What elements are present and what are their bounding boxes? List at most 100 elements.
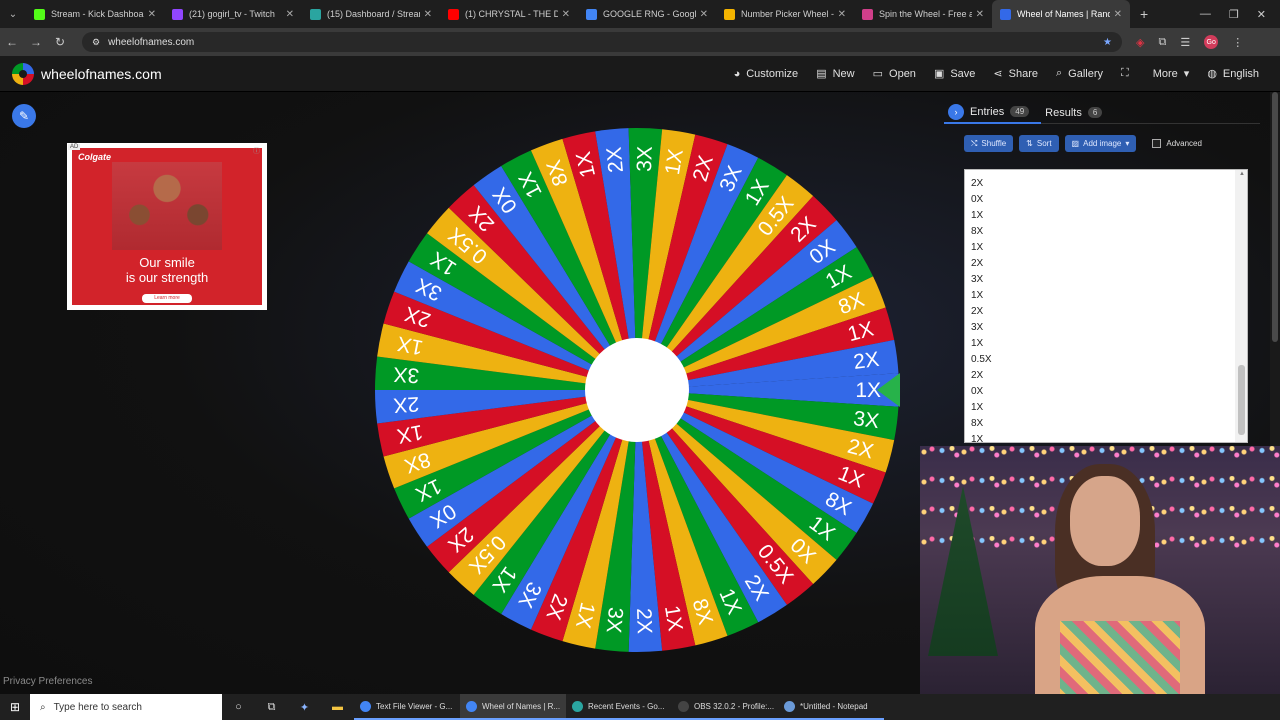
close-tab-icon[interactable]: ✕ — [976, 9, 984, 20]
entry-line: 1X — [971, 210, 984, 221]
taskbar-search[interactable]: ⌕ Type here to search — [30, 694, 222, 720]
menu-item[interactable]: ◍ English — [1198, 67, 1268, 81]
wheel[interactable]: 1X 3X 2X 1X 8X 1X 0X 0.5X 2X 1X 8X 1X 2X 3X 1X 2X 3X 1X 0.… — [372, 125, 902, 655]
browser-tab[interactable]: GOOGLE RNG - Google S ✕ — [578, 0, 716, 28]
tab-favicon-icon — [310, 8, 321, 20]
advertisement[interactable]: AD ⓘ Colgate Our smile is our strength L… — [67, 143, 267, 310]
url-field[interactable]: ⚙ wheelofnames.com ★ — [82, 32, 1122, 52]
close-tab-icon[interactable]: ✕ — [148, 9, 156, 20]
share-icon: ⋖ — [993, 68, 1003, 80]
menu-item[interactable]: More ▾ — [1144, 67, 1199, 81]
close-tab-icon[interactable]: ✕ — [424, 9, 432, 20]
site-header: wheelofnames.com ◕ Customize ▤ New ▭ Open ▣ Sav… — [0, 56, 1280, 92]
browser-tab[interactable]: (21) gogirl_tv - Twitch ✕ — [164, 0, 302, 28]
entry-line: 1X — [971, 290, 984, 301]
back-icon[interactable]: ← — [0, 35, 24, 49]
site-name[interactable]: wheelofnames.com — [41, 66, 162, 82]
wheel-center-hub[interactable] — [585, 338, 689, 442]
wheel-svg[interactable]: 1X3X2X1X8X1X0X0.5X2X1X8X1X2X3X1X2X3X1X0.… — [372, 125, 902, 655]
site-info-icon[interactable]: ⚙ — [92, 37, 100, 48]
wheel-slice-label: 3X — [633, 146, 657, 172]
file-explorer-icon[interactable]: ▬ — [321, 701, 354, 713]
taskbar-search-placeholder: Type here to search — [53, 701, 142, 713]
browser-menu-icon[interactable]: ⋮ — [1232, 36, 1243, 49]
tab-label: (15) Dashboard / Streaml — [327, 9, 420, 19]
menu-item[interactable]: ▭ Open — [864, 67, 925, 81]
wheel-slice-label: 1X — [395, 420, 425, 447]
menu-item[interactable]: ⌕ Gallery — [1047, 67, 1112, 80]
advanced-checkbox[interactable]: Advanced — [1152, 139, 1202, 148]
tab-entries[interactable]: › Entries 49 — [944, 102, 1042, 124]
scroll-up-icon[interactable]: ▲ — [1239, 171, 1245, 177]
browser-tab[interactable]: Wheel of Names | Rando ✕ — [992, 0, 1130, 28]
browser-tab-bar: ⌄ Stream - Kick Dashboard ✕ (21) gogirl_tv… — [0, 0, 1280, 28]
tab-results[interactable]: Results 6 — [1041, 102, 1114, 124]
browser-tab[interactable]: (1) CHRYSTAL - THE D ✕ — [440, 0, 578, 28]
ad-info-icon[interactable]: ⓘ — [253, 146, 260, 156]
entry-line: 1X — [971, 434, 984, 443]
privacy-preferences-link[interactable]: Privacy Preferences — [3, 676, 92, 687]
page-scroll-thumb[interactable] — [1272, 92, 1278, 342]
streamer — [1015, 456, 1215, 694]
restore-icon[interactable]: ❐ — [1229, 8, 1239, 21]
extension-icon[interactable]: ◈ — [1136, 36, 1144, 49]
menu-item[interactable]: ▣ Save — [925, 67, 984, 81]
taskbar-app[interactable]: Wheel of Names | R... — [460, 694, 566, 720]
extensions-puzzle-icon[interactable]: ⧉ — [1158, 36, 1166, 49]
entry-line: 8X — [971, 226, 984, 237]
edit-pencil-icon[interactable]: ✎ — [12, 104, 36, 128]
tab-favicon-icon — [862, 8, 873, 20]
profile-avatar[interactable]: Go — [1204, 35, 1219, 49]
new-tab-icon[interactable]: + — [1140, 6, 1148, 22]
close-tab-icon[interactable]: ✕ — [838, 9, 846, 20]
close-tab-icon[interactable]: ✕ — [286, 9, 294, 20]
taskbar-app[interactable]: Text File Viewer - G... — [354, 694, 460, 720]
app-icon — [678, 700, 689, 712]
bookmark-star-icon[interactable]: ★ — [1103, 37, 1112, 48]
browser-tab[interactable]: (15) Dashboard / Streaml ✕ — [302, 0, 440, 28]
close-tab-icon[interactable]: ✕ — [1114, 9, 1122, 20]
entries-textarea[interactable]: 0.5X 2X 0X 1X 8X 1X 2X 3X 1X 2X 3X 1X 0.5X 2X 0X 1X 8X 1X… — [964, 169, 1248, 443]
minimize-icon[interactable]: — — [1200, 8, 1211, 21]
taskbar-app-label: Text File Viewer - G... — [376, 701, 453, 711]
menu-item[interactable]: ⋖ Share — [984, 67, 1047, 81]
browser-tab[interactable]: Number Picker Wheel - P ✕ — [716, 0, 854, 28]
url-text: wheelofnames.com — [108, 36, 195, 48]
close-tab-icon[interactable]: ✕ — [562, 9, 570, 20]
menu-item[interactable]: ◕ Customize — [725, 68, 808, 80]
reload-icon[interactable]: ↻ — [48, 35, 72, 49]
wheel-logo-icon[interactable] — [12, 62, 34, 85]
task-view-icon[interactable]: ⧉ — [255, 701, 288, 714]
entry-line: 3X — [971, 322, 984, 333]
taskbar-app[interactable]: *Untitled - Notepad — [778, 694, 884, 720]
tab-favicon-icon — [724, 8, 735, 20]
copilot-icon[interactable]: ✦ — [288, 701, 321, 714]
cortana-icon[interactable]: ○ — [222, 701, 255, 713]
sort-button[interactable]: ⇅ Sort — [1019, 135, 1059, 152]
windows-start-icon[interactable]: ⊞ — [0, 700, 30, 714]
chevron-down-icon: ▾ — [1183, 68, 1190, 80]
menu-item[interactable]: ▤ New — [807, 67, 863, 81]
entries-scroll-thumb[interactable] — [1238, 365, 1245, 435]
shuffle-button[interactable]: ⤭ Shuffle — [964, 135, 1014, 152]
browser-tab[interactable]: Spin the Wheel - Free an ✕ — [854, 0, 992, 28]
tab-results-label: Results — [1045, 106, 1082, 119]
app-icon — [572, 700, 583, 712]
taskbar-app[interactable]: Recent Events - Go... — [566, 694, 672, 720]
tab-entries-label: Entries — [970, 105, 1005, 118]
entries-list: 0.5X 2X 0X 1X 8X 1X 2X 3X 1X 2X 3X 1X 0.5X 2X 0X 1X 8X 1X — [965, 170, 1247, 443]
menu-item[interactable]: ⛶ — [1112, 67, 1144, 80]
add-image-button[interactable]: ▨ Add image ▾ — [1064, 135, 1137, 152]
entry-line: 0.5X — [971, 170, 1247, 176]
browser-tab[interactable]: Stream - Kick Dashboard ✕ — [26, 0, 164, 28]
taskbar-app[interactable]: OBS 32.0.2 - Profile:... — [672, 694, 778, 720]
tab-search-icon[interactable]: ⌄ — [0, 9, 26, 20]
close-window-icon[interactable]: ✕ — [1257, 8, 1266, 21]
forward-icon[interactable]: → — [24, 35, 48, 49]
collapse-chevron-icon[interactable]: › — [948, 103, 964, 120]
ad-cta-button[interactable]: Learn more — [142, 294, 192, 303]
checkbox-box[interactable] — [1152, 139, 1162, 148]
close-tab-icon[interactable]: ✕ — [700, 9, 708, 20]
entries-scrollbar[interactable]: ▲ — [1235, 170, 1247, 442]
media-controls-icon[interactable]: ☰ — [1180, 36, 1190, 49]
